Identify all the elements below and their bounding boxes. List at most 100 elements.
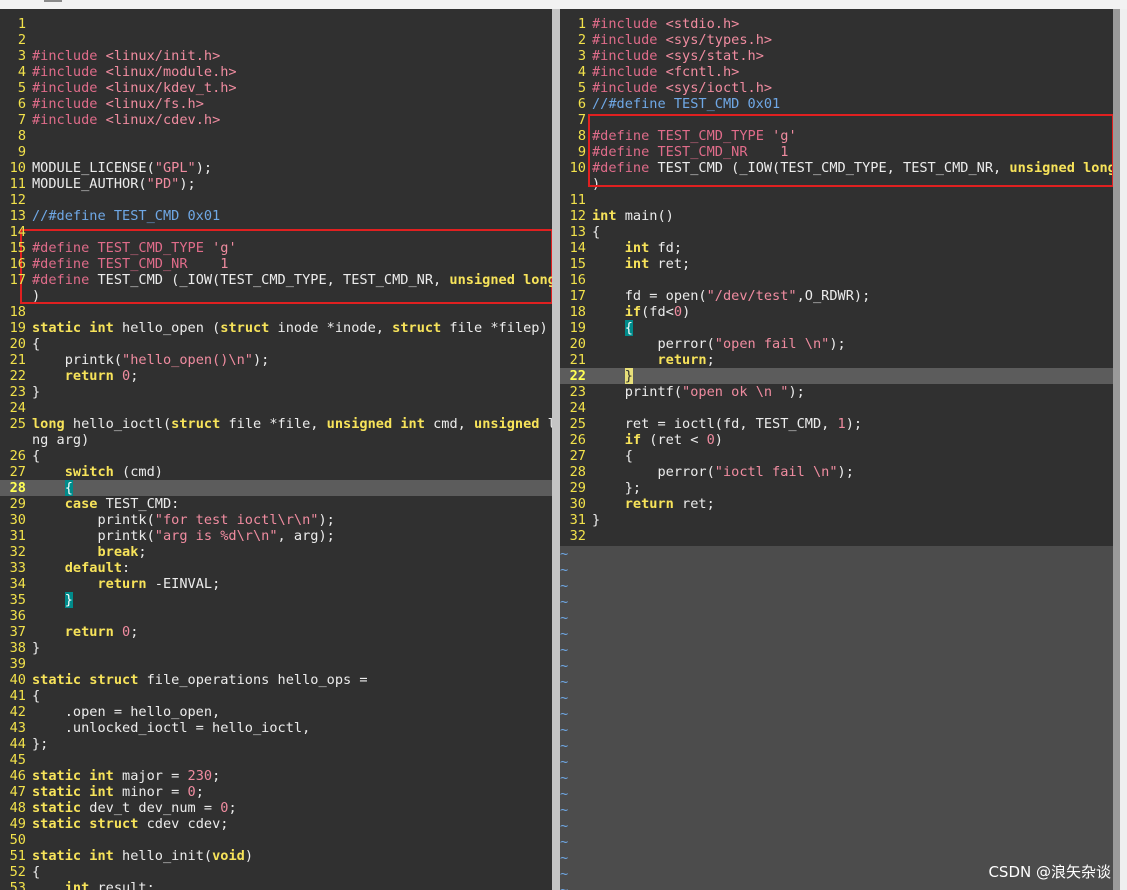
code-line[interactable]: 43 .unlocked_ioctl = hello_ioctl, [0, 720, 552, 736]
code-line[interactable]: 52 { [0, 864, 552, 880]
code-line[interactable]: 5 #include <sys/ioctl.h> [560, 80, 1113, 96]
code-line[interactable]: 21 return; [560, 352, 1113, 368]
code-line[interactable]: 13 { [560, 224, 1113, 240]
code-line[interactable]: 49 static struct cdev cdev; [0, 816, 552, 832]
code-line[interactable]: 4 #include <fcntl.h> [560, 64, 1113, 80]
right-scrollbar[interactable] [1113, 9, 1120, 890]
line-number: 3 [577, 48, 586, 64]
code-line[interactable]: 25 long hello_ioctl(struct file *file, un… [0, 416, 552, 432]
vertical-split-divider[interactable] [552, 9, 560, 890]
right-editor-pane[interactable]: 1 #include <stdio.h> 2 #include <sys/types.… [560, 9, 1113, 890]
code-line[interactable]: 6 //#define TEST_CMD 0x01 [560, 96, 1113, 112]
window-top-bar [0, 0, 1127, 9]
code-line[interactable]: 11 [560, 192, 1113, 208]
code-line[interactable]: 13 //#define TEST_CMD 0x01 [0, 208, 552, 224]
code-line[interactable]: 37 return 0; [0, 624, 552, 640]
code-line[interactable]: 28 perror("ioctl fail \n"); [560, 464, 1113, 480]
code-line[interactable]: 2 [0, 32, 552, 48]
code-line[interactable]: 22 return 0; [0, 368, 552, 384]
right-code-area[interactable]: 1 #include <stdio.h> 2 #include <sys/types.… [560, 9, 1113, 546]
code-line[interactable]: 42 .open = hello_open, [0, 704, 552, 720]
code-line[interactable]: 53 int result; [0, 880, 552, 890]
code-line[interactable]: 29 }; [560, 480, 1113, 496]
code-line[interactable]: 31 printk("arg is %d\r\n", arg); [0, 528, 552, 544]
code-line[interactable]: 17 fd = open("/dev/test",O_RDWR); [560, 288, 1113, 304]
code-line[interactable]: 2 #include <sys/types.h> [560, 32, 1113, 48]
code-line[interactable]: 19 { [560, 320, 1113, 336]
line-number: 8 [17, 128, 26, 144]
code-line[interactable]: 20 perror("open fail \n"); [560, 336, 1113, 352]
code-line[interactable]: 32 [560, 528, 1113, 544]
code-line[interactable]: 1 [0, 16, 552, 32]
line-number: 12 [569, 208, 586, 224]
code-line[interactable]: 14 int fd; [560, 240, 1113, 256]
code-line[interactable]: 36 [0, 608, 552, 624]
code-line[interactable]: 16 [560, 272, 1113, 288]
code-line[interactable]: 33 default: [0, 560, 552, 576]
code-line[interactable]: 45 [0, 752, 552, 768]
code-line[interactable]: 46 static int major = 230; [0, 768, 552, 784]
code-line[interactable]: 18 [0, 304, 552, 320]
code-line[interactable]: 1 #include <stdio.h> [560, 16, 1113, 32]
line-text: default: [64, 560, 131, 576]
code-line[interactable]: 23 printf("open ok \n "); [560, 384, 1113, 400]
code-line[interactable]: 34 return -EINVAL; [0, 576, 552, 592]
code-line[interactable]: 4 #include <linux/module.h> [0, 64, 552, 80]
code-line[interactable]: 26 if (ret < 0) [560, 432, 1113, 448]
code-line[interactable]: 17 #define TEST_CMD (_IOW(TEST_CMD_TYPE, … [0, 272, 552, 288]
code-line[interactable]: 51 static int hello_init(void) [0, 848, 552, 864]
code-line[interactable]: 27 { [560, 448, 1113, 464]
top-bar-mark [44, 0, 62, 2]
code-line[interactable]: ) [0, 288, 552, 304]
code-line[interactable]: 44}; [0, 736, 552, 752]
code-line[interactable]: 19 static int hello_open (struct inode *i… [0, 320, 552, 336]
code-line[interactable]: 12 int main() [560, 208, 1113, 224]
code-line[interactable]: ng arg) [0, 432, 552, 448]
line-number: 5 [17, 80, 26, 96]
code-line[interactable]: 7 #include <linux/cdev.h> [0, 112, 552, 128]
code-line[interactable]: 28 { [0, 480, 552, 496]
code-line[interactable]: 30 printk("for test ioctl\r\n"); [0, 512, 552, 528]
code-line[interactable]: 23} [0, 384, 552, 400]
code-line[interactable]: 5 #include <linux/kdev_t.h> [0, 80, 552, 96]
code-line[interactable]: 50 [0, 832, 552, 848]
code-line[interactable]: 21 printk("hello_open()\n"); [0, 352, 552, 368]
code-line[interactable]: 47 static int minor = 0; [0, 784, 552, 800]
code-line[interactable]: 41 { [0, 688, 552, 704]
code-line[interactable]: 25 ret = ioctl(fd, TEST_CMD, 1); [560, 416, 1113, 432]
code-line[interactable]: 27 switch (cmd) [0, 464, 552, 480]
code-line[interactable]: 18 if(fd<0) [560, 304, 1113, 320]
code-line[interactable]: 38} [0, 640, 552, 656]
line-number: 31 [569, 512, 586, 528]
code-line[interactable]: 24 [560, 400, 1113, 416]
line-number: 29 [9, 496, 26, 512]
code-line[interactable]: 15 #define TEST_CMD_TYPE 'g' [0, 240, 552, 256]
code-line[interactable]: 12 [0, 192, 552, 208]
code-line[interactable]: 20 { [0, 336, 552, 352]
code-line[interactable]: 15 int ret; [560, 256, 1113, 272]
code-line[interactable]: 35 } [0, 592, 552, 608]
code-line[interactable]: 3 #include <linux/init.h> [0, 48, 552, 64]
line-number: 33 [9, 560, 26, 576]
code-line[interactable]: 11 MODULE_AUTHOR("PD"); [0, 176, 552, 192]
code-line[interactable]: 16 #define TEST_CMD_NR 1 [0, 256, 552, 272]
code-line[interactable]: 8 [0, 128, 552, 144]
code-line[interactable]: 22 } [560, 368, 1113, 384]
line-text [26, 304, 32, 320]
line-number: 30 [569, 496, 586, 512]
code-line[interactable]: 29 case TEST_CMD: [0, 496, 552, 512]
code-line[interactable]: 31} [560, 512, 1113, 528]
code-line[interactable]: 32 break; [0, 544, 552, 560]
code-line[interactable]: 40 static struct file_operations hello_op… [0, 672, 552, 688]
code-line[interactable]: 48 static dev_t dev_num = 0; [0, 800, 552, 816]
code-line[interactable]: 14 [0, 224, 552, 240]
left-editor-pane[interactable]: 1 2 3 #include <linux/init.h> 4 #include <lin… [0, 9, 552, 890]
code-line[interactable]: 3 #include <sys/stat.h> [560, 48, 1113, 64]
code-line[interactable]: 10 MODULE_LICENSE("GPL"); [0, 160, 552, 176]
code-line[interactable]: 30 return ret; [560, 496, 1113, 512]
code-line[interactable]: 9 [0, 144, 552, 160]
code-line[interactable]: 26 { [0, 448, 552, 464]
code-line[interactable]: 39 [0, 656, 552, 672]
code-line[interactable]: 24 [0, 400, 552, 416]
code-line[interactable]: 6 #include <linux/fs.h> [0, 96, 552, 112]
